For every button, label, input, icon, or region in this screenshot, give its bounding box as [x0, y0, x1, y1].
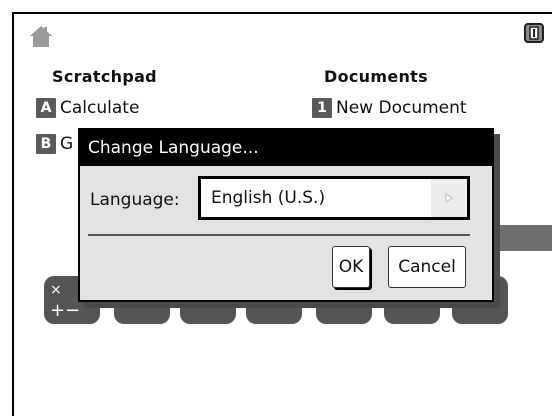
- ok-button[interactable]: OK: [332, 246, 370, 288]
- language-select-value: English (U.S.): [211, 188, 326, 208]
- background-panel-bar: [494, 225, 552, 251]
- top-bar: [14, 14, 552, 48]
- dropdown-arrow-icon[interactable]: [431, 179, 467, 217]
- menu-key-a: A: [36, 98, 56, 118]
- menu-key-b: B: [36, 134, 56, 154]
- menu-item-calculate[interactable]: A Calculate: [36, 98, 139, 118]
- menu-item-label: New Document: [336, 98, 467, 118]
- menu-item-label: G: [60, 134, 74, 154]
- menu-key-1: 1: [312, 98, 332, 118]
- menu-item-graph[interactable]: B G: [36, 134, 73, 154]
- change-language-dialog: Change Language... Language: English (U.…: [78, 128, 494, 302]
- menu-item-label: Calculate: [60, 98, 140, 118]
- home-icon[interactable]: [28, 24, 54, 48]
- dialog-title: Change Language...: [80, 130, 492, 166]
- svg-text:+−: +−: [50, 300, 80, 321]
- menu-item-new-document[interactable]: 1 New Document: [312, 98, 467, 118]
- handheld-screen: Scratchpad Documents A Calculate B G 1 N…: [12, 12, 552, 416]
- dialog-divider: [88, 234, 470, 236]
- language-select[interactable]: English (U.S.): [198, 176, 470, 220]
- scratchpad-heading: Scratchpad: [52, 67, 157, 86]
- svg-text:×: ×: [50, 282, 62, 298]
- documents-heading: Documents: [324, 67, 428, 86]
- language-label: Language:: [90, 190, 180, 210]
- battery-icon: [524, 23, 544, 43]
- cancel-button[interactable]: Cancel: [388, 246, 466, 288]
